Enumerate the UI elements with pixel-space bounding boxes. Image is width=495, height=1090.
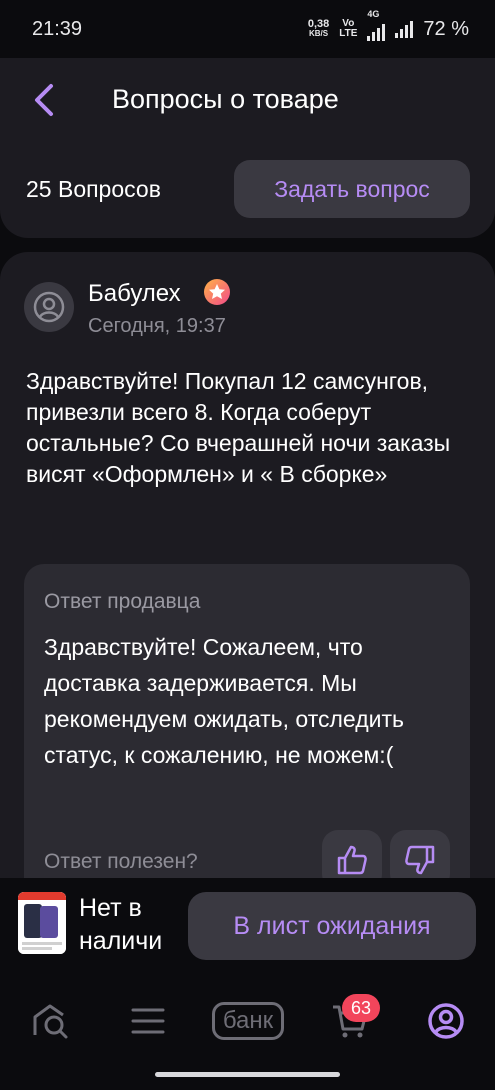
volte-icon: Vo LTE xyxy=(339,19,357,39)
home-indicator[interactable] xyxy=(155,1072,340,1077)
status-icons: 0,38 KB/S Vo LTE 4G 72 % xyxy=(308,9,469,41)
network-4g-label: 4G xyxy=(367,9,380,19)
author-name: Бабулех xyxy=(88,280,181,307)
thumbs-down-icon xyxy=(405,845,435,875)
menu-icon xyxy=(131,1008,165,1034)
question-text: Здравствуйте! Покупал 12 самсунгов, прив… xyxy=(26,368,451,487)
seller-answer: Ответ продавца Здравствуйте! Сожалеем, ч… xyxy=(24,564,470,924)
nav-bank[interactable]: банк xyxy=(207,996,289,1046)
chevron-left-icon xyxy=(35,84,53,116)
profile-icon xyxy=(428,1003,464,1039)
ask-question-button[interactable]: Задать вопрос xyxy=(234,160,470,218)
net-speed-value: 0,38 xyxy=(307,18,330,30)
home-search-icon xyxy=(33,1004,68,1039)
product-thumbnail[interactable] xyxy=(18,892,66,954)
thumbs-up-icon xyxy=(337,845,367,875)
signal-4g-icon: 4G xyxy=(367,9,386,41)
status-bar: 21:39 0,38 KB/S Vo LTE 4G 72 % xyxy=(0,0,495,58)
helpful-label: Ответ полезен? xyxy=(44,850,198,873)
status-time: 21:39 xyxy=(32,17,83,40)
question-card: Бабулех Сегодня, 19:37 Здравствуйте! Пок… xyxy=(0,252,495,952)
cart-count-badge: 63 xyxy=(342,994,380,1022)
signal-icon xyxy=(395,20,414,38)
bank-label: банк xyxy=(211,1002,285,1040)
nav-catalog[interactable] xyxy=(128,996,168,1046)
answer-text: Здравствуйте! Сожалеем, что доставка зад… xyxy=(44,634,404,768)
post-date: Сегодня, 19:37 xyxy=(88,315,226,337)
phone-image-icon xyxy=(18,892,66,954)
lte-label: LTE xyxy=(339,28,358,39)
header: Вопросы о товаре 25 Вопросов Задать вопр… xyxy=(0,58,495,238)
avatar xyxy=(24,282,74,332)
net-speed-unit: KB/S xyxy=(308,29,329,38)
questions-count: 25 Вопросов xyxy=(26,176,161,202)
battery-percent: 72 % xyxy=(423,17,469,40)
waitlist-button[interactable]: В лист ожидания xyxy=(188,892,476,960)
user-icon xyxy=(33,291,65,323)
page-title: Вопросы о товаре xyxy=(112,84,339,114)
net-speed: 0,38 KB/S xyxy=(308,19,329,39)
nav-profile[interactable] xyxy=(424,996,468,1046)
star-badge-icon xyxy=(204,279,230,305)
stock-status: Нет в наличи xyxy=(79,894,163,955)
bottom-bar: Нет в наличи В лист ожидания банк xyxy=(0,878,495,1090)
back-button[interactable] xyxy=(28,80,60,120)
answer-title: Ответ продавца xyxy=(44,590,201,613)
nav-home-search[interactable] xyxy=(28,996,72,1046)
